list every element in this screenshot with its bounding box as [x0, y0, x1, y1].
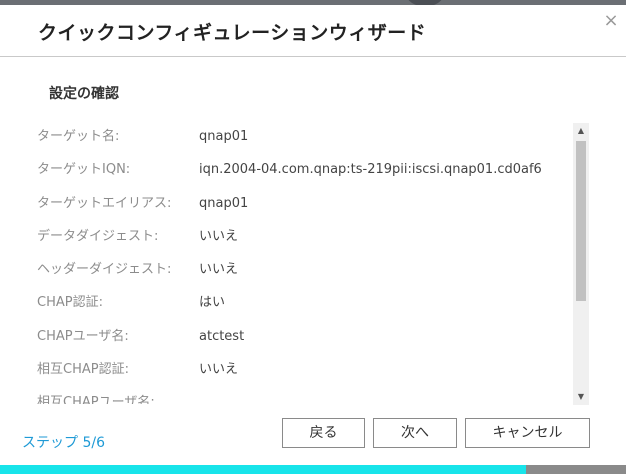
summary-label: ヘッダーダイジェスト: [37, 262, 172, 277]
section-title: 設定の確認 [49, 86, 119, 102]
back-button[interactable]: 戻る [282, 418, 365, 448]
summary-label: ターゲット名: [37, 129, 120, 144]
settings-summary-list[interactable]: ターゲット名: qnap01 ターゲットIQN: iqn.2004-04.com… [30, 120, 572, 404]
next-button[interactable]: 次へ [373, 418, 457, 448]
summary-label: CHAP認証: [37, 295, 103, 310]
close-icon[interactable]: × [602, 12, 620, 30]
summary-value: iqn.2004-04.com.qnap:ts-219pii:iscsi.qna… [199, 162, 542, 177]
scroll-up-arrow-icon[interactable]: ▲ [573, 123, 589, 139]
summary-value: atctest [199, 329, 245, 344]
title-divider [0, 56, 626, 57]
step-indicator: ステップ 5/6 [22, 435, 105, 451]
summary-value: qnap01 [199, 196, 249, 211]
wizard-progress-fill [0, 465, 526, 474]
summary-value: qnap01 [199, 129, 249, 144]
summary-label: ターゲットIQN: [37, 162, 131, 177]
summary-label: 相互CHAPユーザ名: [37, 395, 155, 404]
summary-label: データダイジェスト: [37, 229, 159, 244]
summary-label: CHAPユーザ名: [37, 329, 129, 344]
summary-value: いいえ [199, 262, 239, 277]
summary-label: 相互CHAP認証: [37, 362, 129, 377]
summary-scrollbar[interactable]: ▲ ▼ [573, 123, 589, 405]
dialog-title: クイックコンフィギュレーションウィザード [38, 22, 427, 44]
scrollbar-thumb[interactable] [576, 141, 586, 301]
cancel-button[interactable]: キャンセル [465, 418, 590, 448]
summary-value: いいえ [199, 362, 239, 377]
summary-label: ターゲットエイリアス: [37, 196, 172, 211]
summary-value: はい [199, 295, 226, 310]
scroll-down-arrow-icon[interactable]: ▼ [573, 389, 589, 405]
summary-value: いいえ [199, 229, 239, 244]
wizard-progress-bar [0, 465, 626, 474]
